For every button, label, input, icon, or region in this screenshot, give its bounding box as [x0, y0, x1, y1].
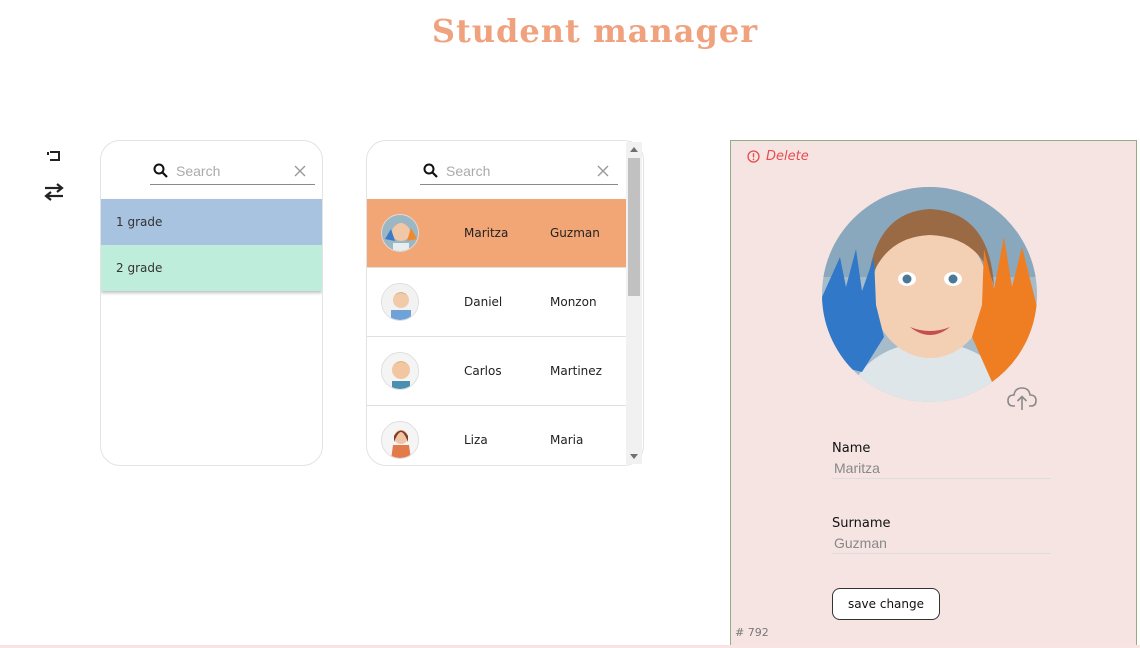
student-last-name: Maria — [550, 433, 584, 447]
close-icon[interactable] — [596, 164, 610, 178]
student-row[interactable]: Carlos Martinez — [367, 337, 627, 406]
student-list: Maritza Guzman Daniel Monzon Carlos Mart… — [367, 199, 627, 465]
student-first-name: Daniel — [464, 295, 503, 309]
student-first-name: Liza — [464, 433, 488, 447]
delete-button[interactable]: Delete — [747, 149, 809, 164]
page-title: Student manager — [431, 12, 759, 50]
student-last-name: Monzon — [550, 295, 597, 309]
search-icon — [153, 163, 168, 178]
grades-search-bar — [150, 157, 315, 185]
grade-item-2[interactable]: 2 grade — [101, 245, 322, 291]
student-first-name: Maritza — [464, 226, 509, 240]
surname-field[interactable] — [832, 532, 1051, 554]
scroll-down-arrow-icon[interactable] — [630, 454, 638, 459]
scroll-up-arrow-icon[interactable] — [630, 147, 638, 152]
students-search-bar — [420, 157, 618, 185]
alert-icon — [747, 150, 760, 163]
avatar — [381, 352, 419, 390]
students-panel: Maritza Guzman Daniel Monzon — [366, 140, 644, 466]
student-photo — [822, 187, 1037, 402]
student-last-name: Martinez — [550, 364, 602, 378]
name-field[interactable] — [832, 457, 1051, 479]
save-change-button[interactable]: save change — [832, 588, 940, 620]
swap-button[interactable] — [42, 180, 66, 204]
student-last-name: Guzman — [550, 226, 600, 240]
grade-label: 2 grade — [116, 261, 163, 275]
record-id: # 792 — [735, 626, 769, 639]
close-icon[interactable] — [293, 164, 307, 178]
avatar — [381, 214, 419, 252]
student-list-scrollbar[interactable] — [626, 142, 642, 464]
grade-label: 1 grade — [116, 215, 163, 229]
student-row[interactable]: Maritza Guzman — [367, 199, 627, 268]
name-label: Name — [832, 441, 871, 456]
undo-icon — [47, 151, 60, 161]
delete-label: Delete — [766, 149, 809, 164]
swap-icon — [44, 183, 64, 201]
surname-label: Surname — [832, 516, 891, 531]
student-first-name: Carlos — [464, 364, 502, 378]
scrollbar-thumb[interactable] — [628, 158, 640, 296]
side-toolbar — [42, 144, 66, 216]
student-detail-panel: Delete Name Surname save change # 792 — [730, 140, 1137, 646]
grades-search-input[interactable] — [176, 162, 293, 179]
student-row[interactable]: Liza Maria — [367, 406, 627, 465]
cloud-upload-icon[interactable] — [1007, 384, 1037, 412]
avatar — [381, 283, 419, 321]
grade-list: 1 grade 2 grade — [101, 199, 322, 291]
avatar — [381, 421, 419, 459]
search-icon — [423, 163, 438, 178]
grades-panel: 1 grade 2 grade — [100, 140, 323, 466]
undo-button[interactable] — [42, 144, 66, 168]
students-search-input[interactable] — [446, 162, 596, 179]
grade-item-1[interactable]: 1 grade — [101, 199, 322, 245]
student-row[interactable]: Daniel Monzon — [367, 268, 627, 337]
